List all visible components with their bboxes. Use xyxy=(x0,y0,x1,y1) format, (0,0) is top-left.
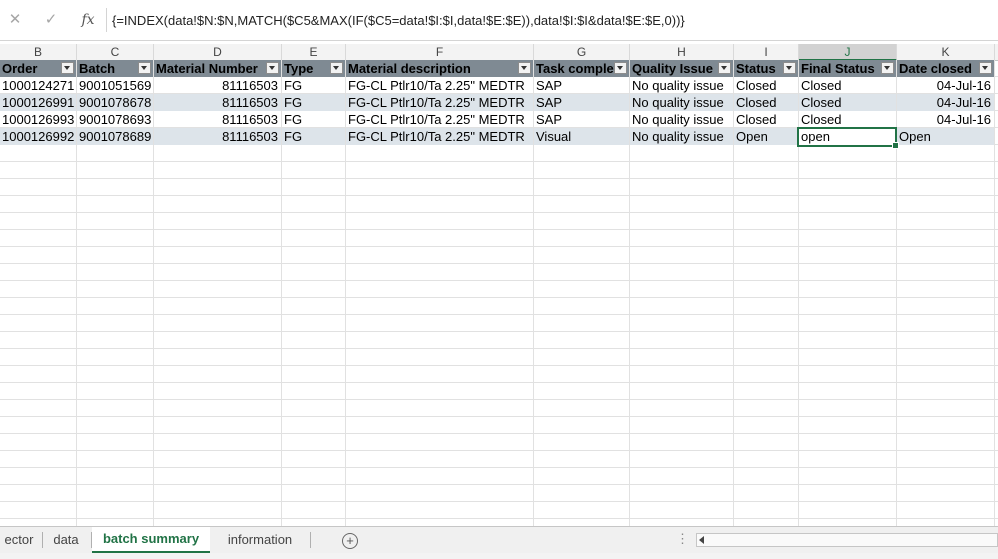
formula-bar: ✕ ✓ fx {=INDEX(data!$N:$N,MATCH($C5&MAX(… xyxy=(0,0,998,41)
cell-material-number[interactable]: 81116503 xyxy=(154,77,281,94)
cell-material-description[interactable]: FG-CL Ptlr10/Ta 2.25" MEDTR xyxy=(346,128,533,145)
cell-material-number[interactable]: 81116503 xyxy=(154,111,281,128)
column-header-k[interactable]: K xyxy=(897,44,995,60)
cell-date-closed[interactable]: 04-Jul-16 xyxy=(897,111,994,128)
header-task-complete[interactable]: Task complet xyxy=(534,60,629,77)
filter-dropdown-icon[interactable] xyxy=(61,62,74,74)
cell-final-status[interactable]: Closed xyxy=(799,77,896,94)
column-header-d[interactable]: D xyxy=(154,44,282,60)
filter-dropdown-icon[interactable] xyxy=(979,62,992,74)
cell-task-complete[interactable]: SAP xyxy=(534,77,629,94)
cell-order[interactable]: 1000124271 xyxy=(0,77,76,94)
header-order[interactable]: Order xyxy=(0,60,76,77)
cell-order[interactable]: 1000126993 xyxy=(0,111,76,128)
cell-material-number[interactable]: 81116503 xyxy=(154,94,281,111)
plus-circle-icon[interactable]: + xyxy=(342,533,358,549)
table-header-row: Order Batch Material Number Type Materia… xyxy=(0,60,998,77)
header-date-closed[interactable]: Date closed xyxy=(897,60,994,77)
column-header-c[interactable]: C xyxy=(77,44,154,60)
cell-quality-issue[interactable]: No quality issue xyxy=(630,111,733,128)
cell-task-complete[interactable]: SAP xyxy=(534,111,629,128)
scroll-left-icon[interactable] xyxy=(699,536,704,544)
header-quality-issue[interactable]: Quality Issue xyxy=(630,60,733,77)
column-header-b[interactable]: B xyxy=(0,44,77,60)
cell-status[interactable]: Closed xyxy=(734,94,798,111)
cell-final-status[interactable]: Closed xyxy=(799,94,896,111)
cell-material-description[interactable]: FG-CL Ptlr10/Ta 2.25" MEDTR xyxy=(346,111,533,128)
cell-task-complete[interactable]: SAP xyxy=(534,94,629,111)
cell-final-status[interactable]: Closed xyxy=(799,111,896,128)
sheet-tab-bar: ector data batch summary information + ⋮ xyxy=(0,526,998,554)
cell-date-closed[interactable]: 04-Jul-16 xyxy=(897,94,994,111)
check-icon[interactable]: ✓ xyxy=(40,9,62,31)
cell-type[interactable]: FG xyxy=(282,128,345,145)
cell-quality-issue[interactable]: No quality issue xyxy=(630,77,733,94)
cell-date-closed[interactable]: Open xyxy=(897,128,994,145)
cell-batch[interactable]: 9001078693 xyxy=(77,111,153,128)
column-header-i[interactable]: I xyxy=(734,44,799,60)
cell-material-number[interactable]: 81116503 xyxy=(154,128,281,145)
cell-quality-issue[interactable]: No quality issue xyxy=(630,94,733,111)
column-headers: B C D E F G H I J K xyxy=(0,44,998,61)
formula-input[interactable]: {=INDEX(data!$N:$N,MATCH($C5&MAX(IF($C5=… xyxy=(112,10,994,32)
column-header-h[interactable]: H xyxy=(630,44,734,60)
table-row: 1000126991 9001078678 81116503 FG FG-CL … xyxy=(0,94,998,111)
status-bar xyxy=(0,553,998,559)
column-header-f[interactable]: F xyxy=(346,44,534,60)
cell-batch[interactable]: 9001078689 xyxy=(77,128,153,145)
cell-material-description[interactable]: FG-CL Ptlr10/Ta 2.25" MEDTR xyxy=(346,94,533,111)
cell-batch[interactable]: 9001051569 xyxy=(77,77,153,94)
worksheet-grid[interactable]: Order Batch Material Number Type Materia… xyxy=(0,60,998,526)
column-header-e[interactable]: E xyxy=(282,44,346,60)
filter-dropdown-icon[interactable] xyxy=(881,62,894,74)
more-icon[interactable]: ⋮ xyxy=(676,531,689,547)
cell-order[interactable]: 1000126991 xyxy=(0,94,76,111)
cell-status[interactable]: Closed xyxy=(734,111,798,128)
sheet-tab-batch-summary[interactable]: batch summary xyxy=(92,527,210,554)
sheet-tab-ector[interactable]: ector xyxy=(0,527,38,553)
filter-dropdown-icon[interactable] xyxy=(718,62,731,74)
filter-dropdown-icon[interactable] xyxy=(518,62,531,74)
filter-dropdown-icon[interactable] xyxy=(266,62,279,74)
formula-bar-divider xyxy=(106,8,107,32)
filter-dropdown-icon[interactable] xyxy=(138,62,151,74)
header-final-status[interactable]: Final Status xyxy=(799,60,896,77)
sheet-tab-information[interactable]: information xyxy=(212,527,308,553)
cell-type[interactable]: FG xyxy=(282,77,345,94)
filter-dropdown-icon[interactable] xyxy=(783,62,796,74)
filter-dropdown-icon[interactable] xyxy=(330,62,343,74)
close-icon[interactable]: ✕ xyxy=(4,9,26,31)
cell-order[interactable]: 1000126992 xyxy=(0,128,76,145)
cell-task-complete[interactable]: Visual xyxy=(534,128,629,145)
cell-type[interactable]: FG xyxy=(282,94,345,111)
cell-status[interactable]: Closed xyxy=(734,77,798,94)
column-header-j[interactable]: J xyxy=(799,44,897,61)
horizontal-scrollbar[interactable] xyxy=(696,533,998,547)
table-row: 1000124271 9001051569 81116503 FG FG-CL … xyxy=(0,77,998,94)
table-row: 1000126993 9001078693 81116503 FG FG-CL … xyxy=(0,111,998,128)
cell-material-description[interactable]: FG-CL Ptlr10/Ta 2.25" MEDTR xyxy=(346,77,533,94)
header-batch[interactable]: Batch xyxy=(77,60,153,77)
cell-batch[interactable]: 9001078678 xyxy=(77,94,153,111)
cell-final-status[interactable]: open xyxy=(799,128,896,145)
header-status[interactable]: Status xyxy=(734,60,798,77)
filter-dropdown-icon[interactable] xyxy=(614,62,627,74)
sheet-tab-data[interactable]: data xyxy=(44,527,88,553)
cell-status[interactable]: Open xyxy=(734,128,798,145)
column-header-g[interactable]: G xyxy=(534,44,630,60)
header-type[interactable]: Type xyxy=(282,60,345,77)
fx-icon[interactable]: fx xyxy=(77,9,99,31)
header-material-description[interactable]: Material description xyxy=(346,60,533,77)
cell-type[interactable]: FG xyxy=(282,111,345,128)
cell-date-closed[interactable]: 04-Jul-16 xyxy=(897,77,994,94)
table-row: 1000126992 9001078689 81116503 FG FG-CL … xyxy=(0,128,998,145)
header-material-number[interactable]: Material Number xyxy=(154,60,281,77)
cell-quality-issue[interactable]: No quality issue xyxy=(630,128,733,145)
